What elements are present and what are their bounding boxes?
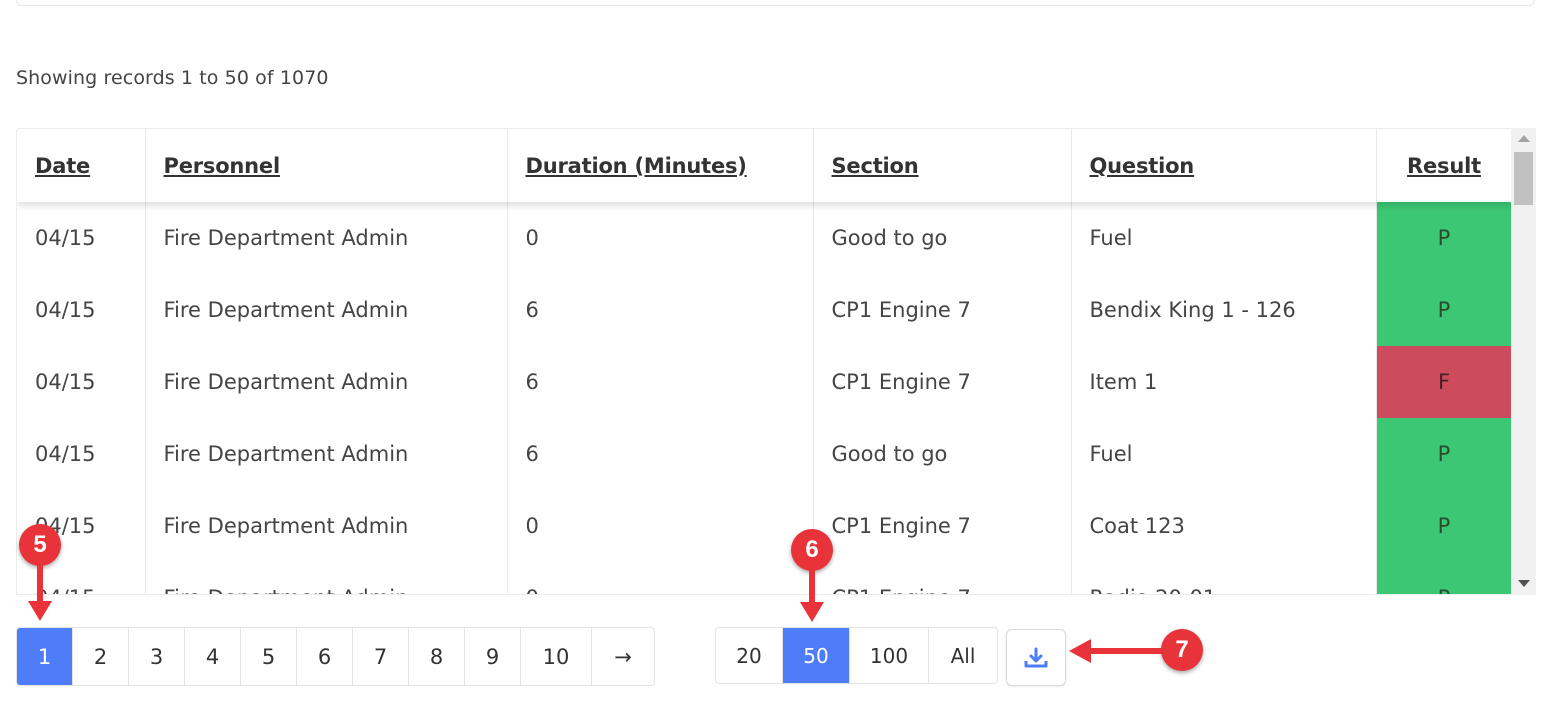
page-button-3[interactable]: 3 xyxy=(129,628,185,685)
annotation-badge-7: 7 xyxy=(1161,629,1203,671)
table-row: 04/15 Fire Department Admin 6 CP1 Engine 7I… xyxy=(17,346,1513,418)
cell-duration: 0 xyxy=(507,562,814,594)
cell-duration: 0 xyxy=(507,490,814,562)
table-row: 04/15 Fire Department Admin 6 Good to go Fue… xyxy=(17,418,1513,490)
page-button-9[interactable]: 9 xyxy=(465,628,521,685)
page-button-8[interactable]: 8 xyxy=(409,628,465,685)
cell-duration: 6 xyxy=(507,274,814,346)
column-header-date[interactable]: Date xyxy=(17,129,146,202)
table-row: 04/15 Fire Department Admin 0 Good to go Fue… xyxy=(17,202,1513,274)
page-button-7[interactable]: 7 xyxy=(353,628,409,685)
cell-personnel: Fire Department Admin xyxy=(145,490,508,562)
cell-date: 04/15 xyxy=(17,418,146,490)
records-summary: Showing records 1 to 50 of 1070 xyxy=(16,67,329,89)
page-button-6[interactable]: 6 xyxy=(297,628,353,685)
cell-section: Good to go xyxy=(813,418,1072,490)
column-header-personnel[interactable]: Personnel xyxy=(145,129,508,202)
cell-result: P xyxy=(1376,490,1513,562)
page-button-4[interactable]: 4 xyxy=(185,628,241,685)
table-row: 04/15 Fire Department Admin 6 CP1 Engine 7B… xyxy=(17,274,1513,346)
cell-personnel: Fire Department Admin xyxy=(145,274,508,346)
annotation-badge-6: 6 xyxy=(791,529,833,571)
column-header-duration[interactable]: Duration (Minutes) xyxy=(507,129,814,202)
cell-result: P xyxy=(1376,418,1513,490)
table-row: 04/15 Fire Department Admin 0 CP1 Engine 7C… xyxy=(17,490,1513,562)
page-size-20[interactable]: 20 xyxy=(716,628,783,683)
cell-question: Radio 20-01 xyxy=(1071,562,1377,594)
cell-personnel: Fire Department Admin xyxy=(145,202,508,274)
page-button-1[interactable]: 1 xyxy=(17,628,73,685)
cell-question: Fuel xyxy=(1071,418,1377,490)
cell-personnel: Fire Department Admin xyxy=(145,418,508,490)
column-header-question[interactable]: Question xyxy=(1071,129,1377,202)
annotation-arrow-6 xyxy=(800,570,824,622)
cell-duration: 6 xyxy=(507,418,814,490)
pagination: 1 2 3 4 5 6 7 8 9 10 → xyxy=(16,627,655,686)
page-size-50[interactable]: 50 xyxy=(783,628,850,683)
page-size-selector: 20 50 100 All xyxy=(715,627,998,684)
annotation-badge-5: 5 xyxy=(19,524,61,566)
page-button-5[interactable]: 5 xyxy=(241,628,297,685)
table-row: 04/15Fire Department Admin0CP1 Engine 7R… xyxy=(17,562,1513,594)
cell-question: Coat 123 xyxy=(1071,490,1377,562)
cell-question: Item 1 xyxy=(1071,346,1377,418)
scroll-thumb[interactable] xyxy=(1514,152,1533,205)
annotation-arrow-5 xyxy=(28,565,52,621)
cell-section: CP1 Engine 7 xyxy=(813,274,1072,346)
top-panel xyxy=(16,0,1535,6)
cell-personnel: Fire Department Admin xyxy=(145,562,508,594)
cell-section: CP1 Engine 7 xyxy=(813,490,1072,562)
records-table-container: Date Personnel Duration (Minutes) Sectio… xyxy=(16,128,1536,595)
cell-result: P xyxy=(1376,562,1513,594)
page-button-2[interactable]: 2 xyxy=(73,628,129,685)
cell-result: P xyxy=(1376,274,1513,346)
page-size-all[interactable]: All xyxy=(929,628,997,683)
download-button[interactable] xyxy=(1006,629,1066,686)
annotation-arrow-7 xyxy=(1069,639,1163,663)
cell-question: Fuel xyxy=(1071,202,1377,274)
next-page-button[interactable]: → xyxy=(592,628,654,685)
column-header-section[interactable]: Section xyxy=(813,129,1072,202)
page-size-100[interactable]: 100 xyxy=(850,628,929,683)
download-icon xyxy=(1024,647,1048,667)
table-scrollbar[interactable] xyxy=(1511,128,1536,595)
scroll-down-icon[interactable] xyxy=(1518,580,1530,587)
records-table: Date Personnel Duration (Minutes) Sectio… xyxy=(17,129,1513,594)
cell-result: P xyxy=(1376,202,1513,274)
cell-duration: 6 xyxy=(507,346,814,418)
cell-result: F xyxy=(1376,346,1513,418)
cell-date: 04/15 xyxy=(17,202,146,274)
cell-section: CP1 Engine 7 xyxy=(813,346,1072,418)
scroll-up-icon[interactable] xyxy=(1518,135,1530,142)
cell-question: Bendix King 1 - 126 xyxy=(1071,274,1377,346)
cell-date: 04/15 xyxy=(17,346,146,418)
cell-section: CP1 Engine 7 xyxy=(813,562,1072,594)
cell-personnel: Fire Department Admin xyxy=(145,346,508,418)
cell-section: Good to go xyxy=(813,202,1072,274)
cell-date: 04/15 xyxy=(17,274,146,346)
table-header-row: Date Personnel Duration (Minutes) Sectio… xyxy=(17,129,1513,202)
cell-duration: 0 xyxy=(507,202,814,274)
page-button-10[interactable]: 10 xyxy=(521,628,592,685)
column-header-result[interactable]: Result xyxy=(1376,129,1513,202)
